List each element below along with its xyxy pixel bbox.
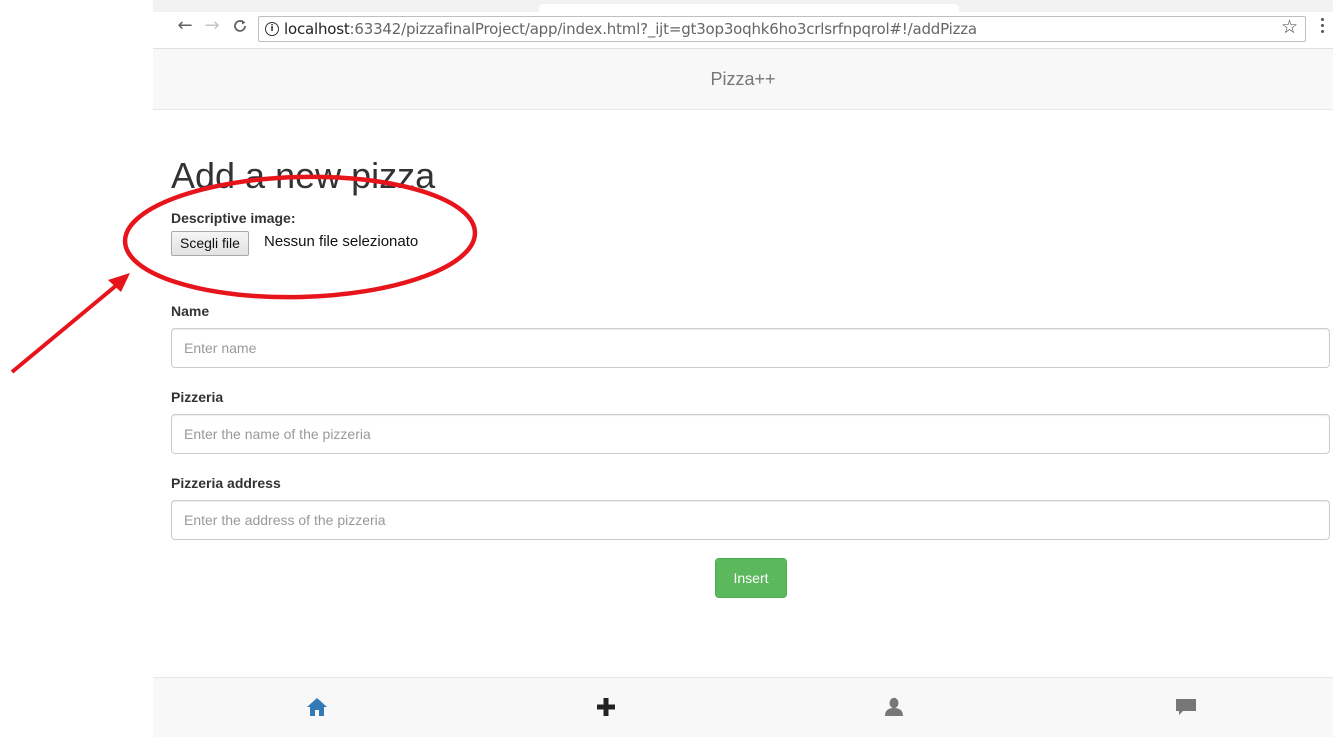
pizzeria-input[interactable]	[171, 414, 1330, 454]
arrow-head	[108, 273, 130, 292]
star-icon[interactable]: ☆	[1281, 16, 1298, 38]
insert-button[interactable]: Insert	[715, 558, 787, 598]
browser-tab-strip	[153, 0, 1333, 12]
reload-icon[interactable]	[228, 14, 252, 38]
tab-add[interactable]	[458, 678, 753, 737]
image-label: Descriptive image:	[171, 210, 296, 226]
url-host: localhost	[284, 20, 350, 38]
address-input[interactable]	[171, 500, 1330, 540]
tab-profile[interactable]	[746, 678, 1041, 737]
app-navbar: Pizza++	[153, 49, 1333, 110]
url-path: :63342/pizzafinalProject/app/index.html?…	[349, 20, 978, 38]
tab-home[interactable]	[169, 678, 464, 737]
file-status-text: Nessun file selezionato	[264, 233, 419, 250]
info-icon[interactable]: i	[265, 22, 279, 36]
name-label: Name	[171, 303, 210, 319]
arrow-right-icon[interactable]: →	[200, 14, 224, 38]
address-label: Pizzeria address	[171, 475, 281, 491]
address-bar[interactable]: i localhost:63342/pizzafinalProject/app/…	[258, 16, 1306, 42]
page-title: Add a new pizza	[171, 155, 436, 196]
comment-icon	[1175, 699, 1196, 715]
name-input[interactable]	[171, 328, 1330, 368]
kebab-menu-icon[interactable]	[1321, 18, 1325, 38]
home-icon	[306, 698, 327, 716]
brand-title[interactable]: Pizza++	[153, 69, 1333, 90]
arrow-left-icon[interactable]: ←	[173, 14, 197, 38]
browser-tab[interactable]	[539, 4, 959, 12]
user-icon	[884, 697, 903, 716]
plus-icon	[596, 698, 615, 716]
url-text[interactable]: localhost:63342/pizzafinalProject/app/in…	[284, 20, 977, 38]
arrow-line	[10, 282, 120, 374]
tab-messages[interactable]	[1038, 678, 1333, 737]
annotation-overlay	[10, 174, 478, 374]
bottom-tab-bar	[153, 677, 1333, 737]
choose-file-button[interactable]: Scegli file	[171, 231, 249, 256]
pizzeria-label: Pizzeria	[171, 389, 224, 405]
